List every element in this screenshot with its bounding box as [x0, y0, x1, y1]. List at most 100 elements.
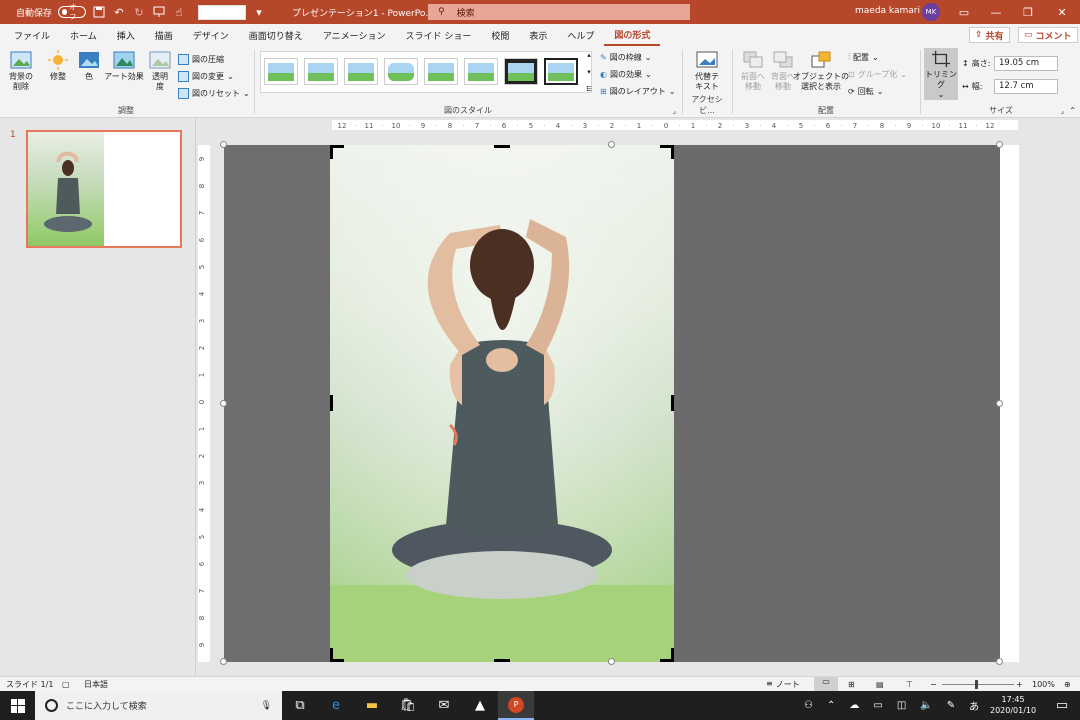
task-view-icon[interactable]: ⧉	[282, 691, 318, 720]
gallery-scroll[interactable]: ▴ ▾ ⋿	[584, 51, 594, 93]
avatar[interactable]: MK	[922, 3, 940, 21]
people-icon[interactable]: ⚇	[804, 700, 813, 711]
width-input[interactable]: 12.7 cm	[994, 79, 1058, 94]
picture-border-button[interactable]: ✎ 図の枠線 ⌄	[600, 50, 651, 64]
zoom-out-icon[interactable]: −	[930, 680, 937, 689]
resize-handle-bottom-left[interactable]	[220, 658, 227, 665]
tray-overflow-icon[interactable]: ⌃	[827, 700, 835, 711]
slideshow-view-icon[interactable]: ⊤	[906, 680, 913, 689]
style-thumb-2[interactable]	[304, 58, 338, 85]
normal-view-icon[interactable]: ▭	[814, 677, 838, 691]
slide-thumbnail[interactable]	[26, 130, 182, 248]
resize-handle-top-right[interactable]	[996, 141, 1003, 148]
scroll-down-icon[interactable]: ▾	[587, 68, 591, 76]
picture-layout-button[interactable]: ⊞ 図のレイアウト ⌄	[600, 84, 675, 98]
align-button[interactable]: ⫶ 配置 ⌄	[848, 50, 879, 64]
style-thumb-5[interactable]	[424, 58, 458, 85]
remove-background-button[interactable]: 背景の 削除	[6, 50, 36, 92]
reading-view-icon[interactable]: ▤	[876, 680, 884, 689]
restore-icon[interactable]: ❐	[1012, 0, 1044, 24]
style-thumb-3[interactable]	[344, 58, 378, 85]
selected-picture[interactable]	[330, 145, 674, 662]
minimize-icon[interactable]: —	[980, 0, 1012, 24]
fit-slide-icon[interactable]: ⊕	[1064, 680, 1071, 689]
zoom-level[interactable]: 100%	[1032, 680, 1055, 689]
corrections-button[interactable]: 修整	[44, 50, 72, 82]
size-dialog-launcher-icon[interactable]: ⌟	[1061, 107, 1064, 115]
save-icon[interactable]	[92, 5, 106, 19]
resize-handle-bottom-right[interactable]	[996, 658, 1003, 665]
rotate-button[interactable]: ⟳ 回転 ⌄	[848, 84, 883, 98]
resize-handle-bottom-mid[interactable]	[608, 658, 615, 665]
store-icon[interactable]: 🛍	[390, 691, 426, 720]
color-button[interactable]: 色	[78, 50, 100, 82]
search-box[interactable]: ⚲ 検索	[428, 4, 690, 20]
spellcheck-icon[interactable]: ▢	[62, 680, 70, 689]
resize-handle-right-mid[interactable]	[996, 400, 1003, 407]
crop-handle-right-mid[interactable]	[671, 395, 674, 411]
crop-handle-top-left-v[interactable]	[330, 145, 333, 159]
microphone-icon[interactable]: 🎙	[261, 701, 272, 711]
mail-icon[interactable]: ✉	[426, 691, 462, 720]
touch-mode-icon[interactable]: ☝	[172, 5, 186, 19]
redo-icon[interactable]: ↻	[132, 5, 146, 19]
resize-handle-left-mid[interactable]	[220, 400, 227, 407]
zoom-slider[interactable]	[942, 684, 1014, 685]
pen-tray-icon[interactable]: ✎	[947, 700, 955, 711]
tab-animations[interactable]: アニメーション	[313, 24, 396, 46]
edge-icon[interactable]: e	[318, 691, 354, 720]
tab-insert[interactable]: 挿入	[107, 24, 145, 46]
share-button[interactable]: ⇪ 共有	[969, 27, 1010, 43]
undo-icon[interactable]: ↶	[112, 5, 126, 19]
autosave-toggle[interactable]: オフ	[58, 3, 87, 21]
crop-handle-top-mid[interactable]	[494, 145, 510, 148]
onedrive-icon[interactable]: ☁	[849, 700, 859, 711]
crop-button[interactable]: トリミング ⌄	[924, 48, 958, 100]
taskbar-search[interactable]: ここに入力して検索 🎙	[35, 691, 282, 720]
artistic-effects-button[interactable]: アート効果	[104, 50, 144, 82]
group-button[interactable]: ⊡ グループ化 ⌄	[848, 67, 907, 81]
dialog-launcher-icon[interactable]: ⌟	[673, 107, 676, 115]
language-label[interactable]: 日本語	[84, 679, 108, 690]
alt-text-button[interactable]: 代替テ キスト	[692, 50, 722, 92]
powerpoint-taskbar-icon[interactable]: P	[498, 691, 534, 720]
tab-review[interactable]: 校閲	[481, 24, 519, 46]
crop-handle-left-mid[interactable]	[330, 395, 333, 411]
crop-handle-top-right-v[interactable]	[671, 145, 674, 159]
tab-design[interactable]: デザイン	[183, 24, 239, 46]
reset-picture-button[interactable]: 図のリセット ⌄	[178, 86, 250, 100]
network-icon[interactable]: ◫	[897, 700, 906, 711]
gallery-more-icon[interactable]: ⋿	[586, 85, 592, 93]
ribbon-display-icon[interactable]: ▭	[948, 0, 980, 24]
style-thumb-7[interactable]	[504, 58, 538, 85]
tab-picture-format[interactable]: 図の形式	[604, 24, 661, 46]
style-thumb-6[interactable]	[464, 58, 498, 85]
file-explorer-icon[interactable]: ▬	[354, 691, 390, 720]
picture-effects-button[interactable]: ◐ 図の効果 ⌄	[600, 67, 652, 81]
volume-icon[interactable]: 🔈	[920, 700, 932, 711]
tab-help[interactable]: ヘルプ	[557, 24, 604, 46]
tab-home[interactable]: ホーム	[60, 24, 107, 46]
tab-view[interactable]: 表示	[519, 24, 557, 46]
tab-draw[interactable]: 描画	[145, 24, 183, 46]
crop-handle-bottom-left-v[interactable]	[330, 648, 333, 662]
notes-button[interactable]: ≡ ノート	[766, 679, 800, 690]
present-icon[interactable]	[152, 5, 166, 19]
compress-pictures-button[interactable]: 図の圧縮	[178, 52, 224, 66]
battery-icon[interactable]: ▭	[873, 700, 882, 711]
close-icon[interactable]: ✕	[1046, 0, 1078, 24]
user-name[interactable]: maeda kamari	[855, 6, 920, 16]
zoom-in-icon[interactable]: +	[1016, 680, 1023, 689]
notifications-icon[interactable]: ▭	[1044, 691, 1080, 720]
customize-icon[interactable]: ▾	[252, 5, 266, 19]
photos-icon[interactable]: ▲	[462, 691, 498, 720]
scroll-up-icon[interactable]: ▴	[587, 51, 591, 59]
collapse-ribbon-icon[interactable]: ⌃	[1069, 106, 1076, 115]
transparency-button[interactable]: 透明 度	[148, 50, 172, 92]
ime-indicator[interactable]: あ	[969, 698, 979, 713]
change-picture-button[interactable]: 図の変更 ⌄	[178, 69, 234, 83]
windows-start-icon[interactable]	[0, 691, 36, 720]
comment-button[interactable]: ▭ コメント	[1018, 27, 1078, 43]
tab-slideshow[interactable]: スライド ショー	[395, 24, 481, 46]
crop-handle-bottom-right-v[interactable]	[671, 648, 674, 662]
